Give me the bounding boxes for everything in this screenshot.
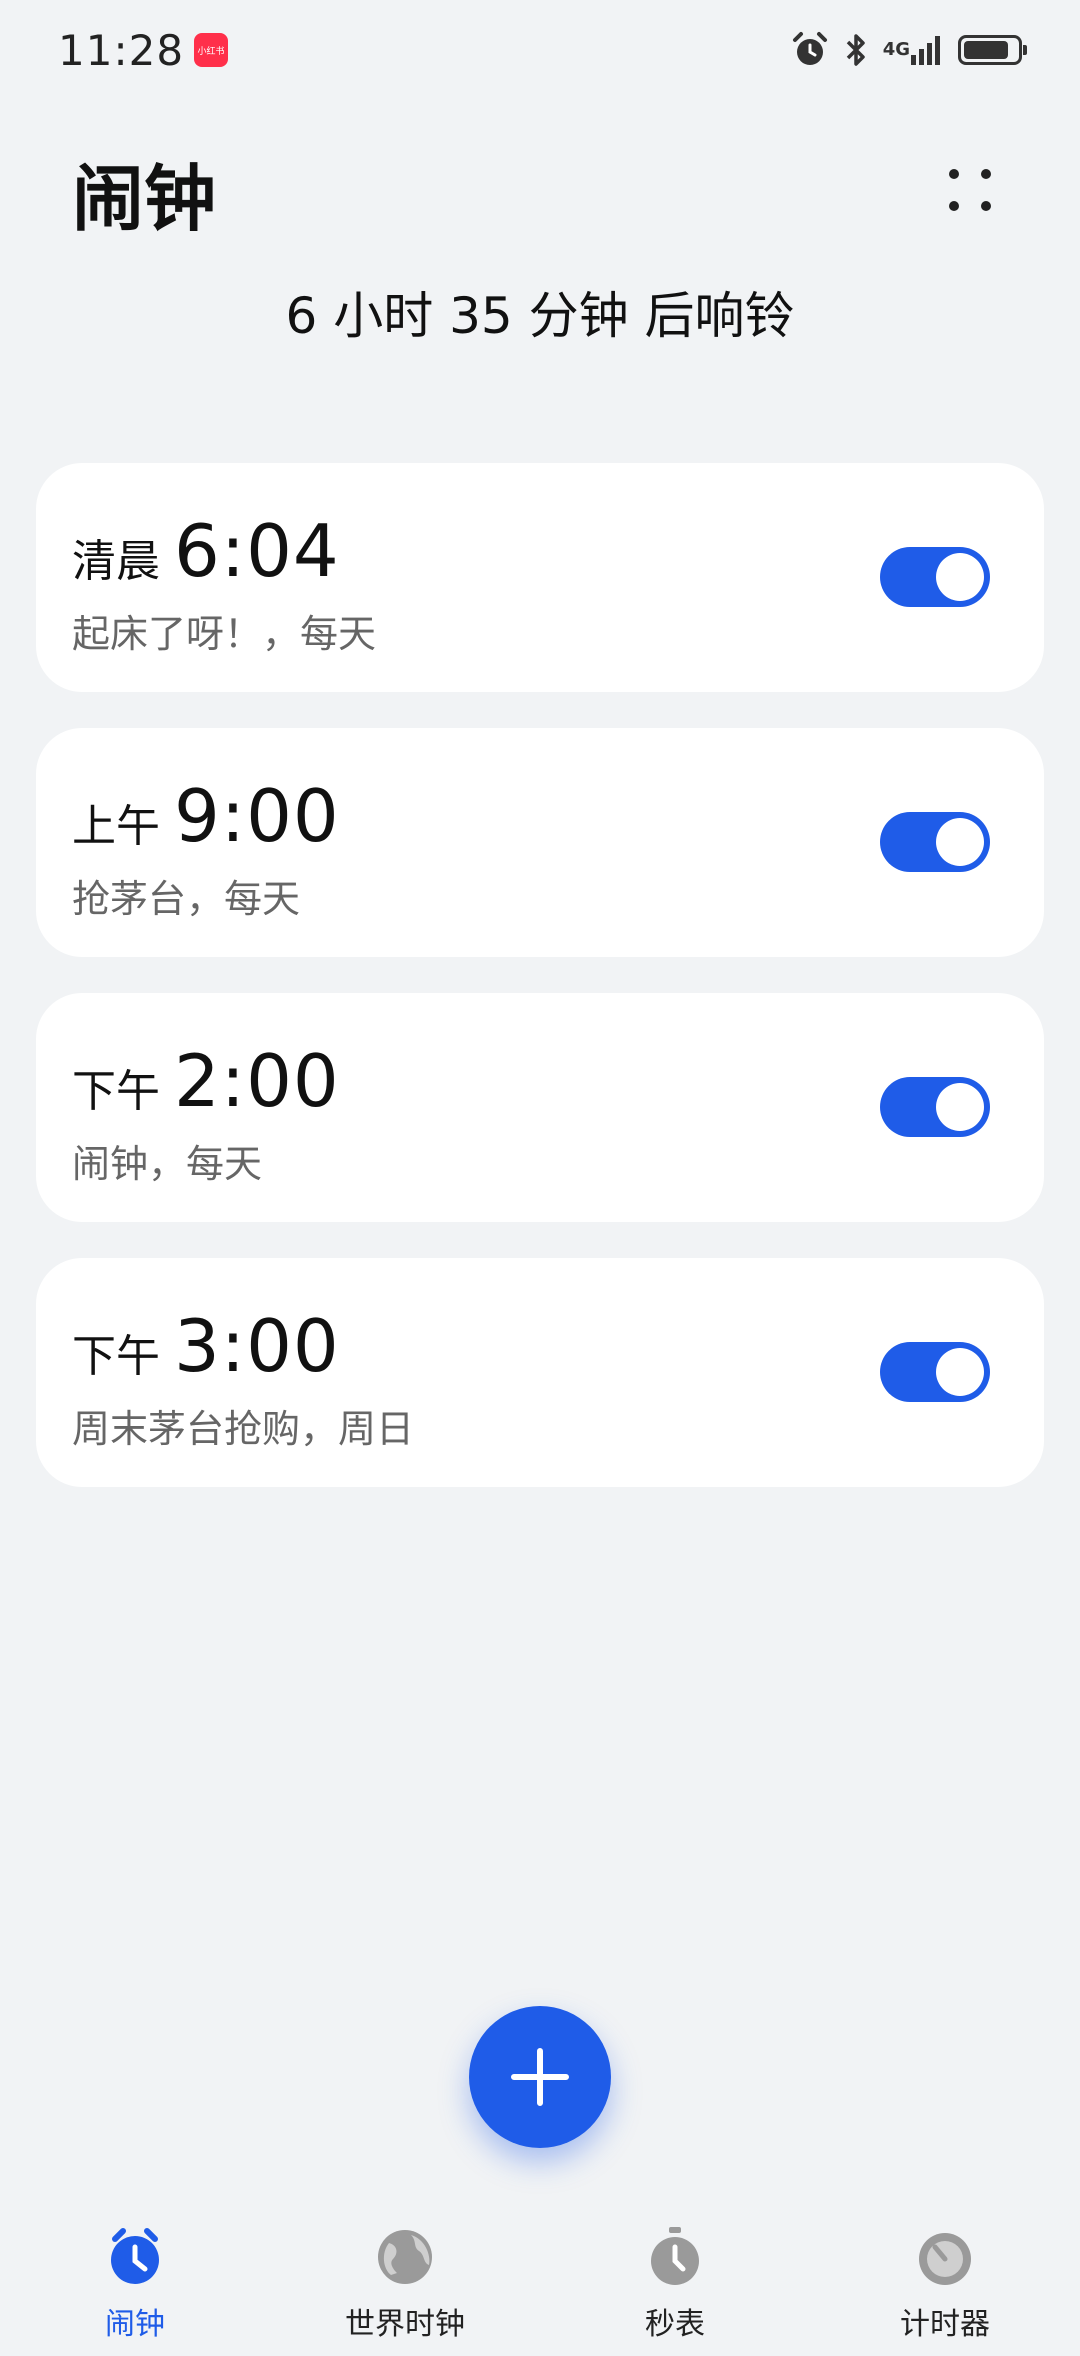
toggle-knob <box>936 1348 984 1396</box>
alarm-time-line: 清晨 6:04 <box>72 509 340 593</box>
alarm-card-1[interactable]: 清晨 6:04 起床了呀！，每天 <box>36 463 1044 692</box>
alarm-time: 2:00 <box>174 1039 340 1123</box>
status-right: 4G <box>791 31 1027 69</box>
app-badge-text: 小红书 <box>197 46 225 57</box>
alarm-time: 9:00 <box>174 774 340 858</box>
stopwatch-icon <box>651 2227 699 2285</box>
globe-icon <box>378 2230 432 2284</box>
alarm-card-4[interactable]: 下午 3:00 周末茅台抢购，周日 <box>36 1258 1044 1487</box>
alarm-period: 清晨 <box>72 536 160 587</box>
timer-icon <box>919 2233 971 2285</box>
more-options-button[interactable] <box>930 150 1010 230</box>
tab-label: 秒表 <box>645 2307 705 2342</box>
alarm-toggle[interactable] <box>880 812 990 872</box>
tab-alarm[interactable]: 闹钟 <box>35 2225 235 2356</box>
alarm-page: 11:28 小红书 4G 闹钟 6 小时 35 分钟 后响铃 清晨 6:04 起… <box>0 0 1080 2356</box>
alarm-time: 6:04 <box>174 509 340 593</box>
next-ring-countdown: 6 小时 35 分钟 后响铃 <box>285 287 795 345</box>
tab-stopwatch[interactable]: 秒表 <box>575 2225 775 2356</box>
alarm-card-3[interactable]: 下午 2:00 闹钟，每天 <box>36 993 1044 1222</box>
alarm-status-icon <box>791 31 829 69</box>
alarm-period: 上午 <box>72 801 160 852</box>
status-left: 11:28 小红书 <box>58 25 229 75</box>
tab-label: 闹钟 <box>105 2307 165 2342</box>
signal-icon: 4G <box>883 33 944 67</box>
alarm-period: 下午 <box>72 1331 160 1382</box>
tab-label: 计时器 <box>900 2307 990 2342</box>
alarm-clock-icon <box>111 2228 159 2284</box>
tab-world-clock[interactable]: 世界时钟 <box>305 2225 505 2356</box>
plus-icon <box>511 2048 569 2106</box>
tab-timer[interactable]: 计时器 <box>845 2225 1045 2356</box>
page-title: 闹钟 <box>72 157 217 241</box>
status-time: 11:28 <box>58 25 185 75</box>
alarm-list: 清晨 6:04 起床了呀！，每天 上午 9:00 抢茅台，每天 下午 2:00 <box>36 463 1044 1523</box>
battery-icon <box>958 35 1027 65</box>
battery-fill <box>964 41 1009 59</box>
network-type: 4G <box>882 39 910 60</box>
alarm-time: 3:00 <box>174 1304 340 1388</box>
alarm-toggle[interactable] <box>880 1342 990 1402</box>
alarm-description: 周末茅台抢购，周日 <box>72 1407 415 1451</box>
alarm-time-line: 下午 3:00 <box>72 1304 340 1388</box>
alarm-description: 起床了呀！，每天 <box>72 612 377 656</box>
toggle-knob <box>936 553 984 601</box>
alarm-time-line: 下午 2:00 <box>72 1039 340 1123</box>
bottom-nav: 闹钟 世界时钟 秒表 计时器 <box>0 2225 1080 2356</box>
app-notification-badge: 小红书 <box>194 33 229 67</box>
toggle-knob <box>936 1083 984 1131</box>
tab-label: 世界时钟 <box>345 2307 465 2342</box>
more-dots-icon <box>949 169 991 211</box>
alarm-time-line: 上午 9:00 <box>72 774 340 858</box>
alarm-toggle[interactable] <box>880 1077 990 1137</box>
alarm-card-2[interactable]: 上午 9:00 抢茅台，每天 <box>36 728 1044 957</box>
alarm-description: 闹钟，每天 <box>72 1142 263 1186</box>
alarm-period: 下午 <box>72 1066 160 1117</box>
toggle-knob <box>936 818 984 866</box>
alarm-description: 抢茅台，每天 <box>72 877 301 921</box>
alarm-toggle[interactable] <box>880 547 990 607</box>
bluetooth-icon <box>843 31 869 69</box>
add-alarm-button[interactable] <box>469 2006 611 2148</box>
status-bar: 11:28 小红书 4G <box>0 0 1080 100</box>
